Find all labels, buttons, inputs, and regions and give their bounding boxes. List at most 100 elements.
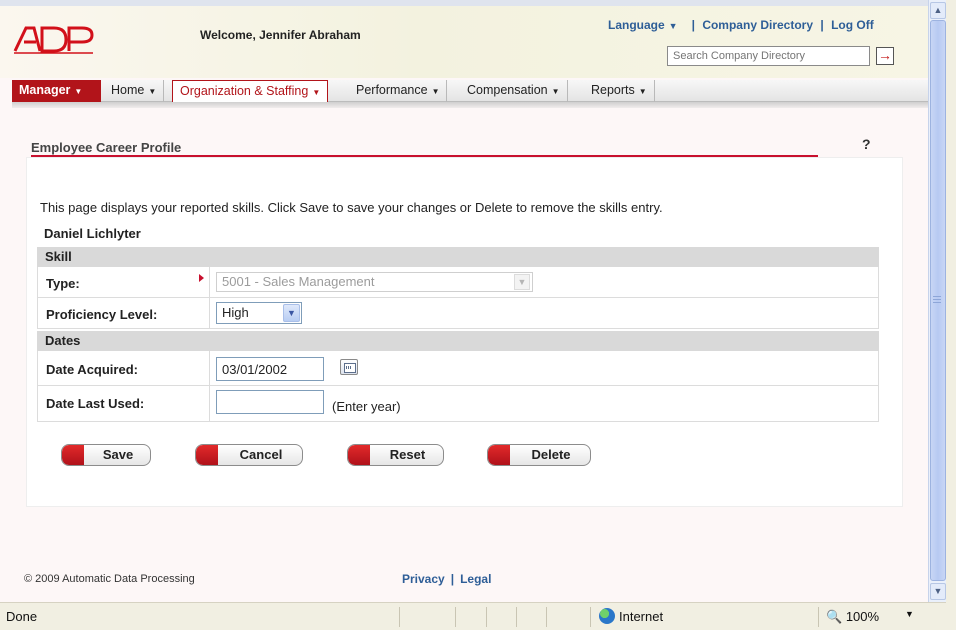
chevron-down-icon[interactable]: ▼ — [905, 609, 914, 619]
nav-tab-reports[interactable]: Reports ▼ — [584, 80, 655, 102]
type-row: Type: 5001 - Sales Management ▼ — [37, 267, 879, 298]
privacy-link[interactable]: Privacy — [402, 572, 445, 586]
save-button[interactable]: Save — [61, 444, 151, 466]
reset-label: Reset — [389, 447, 426, 462]
button-cap — [196, 445, 218, 465]
search-company-directory-input[interactable] — [667, 46, 870, 66]
nav-tab-label: Home — [111, 83, 145, 97]
status-text: Done — [6, 609, 38, 624]
date-last-used-input[interactable] — [216, 390, 324, 414]
top-links: Language ▼ | Company Directory | Log Off — [608, 18, 874, 32]
scroll-up-icon[interactable]: ▲ — [930, 2, 946, 19]
button-cap — [62, 445, 84, 465]
language-label: Language — [608, 18, 665, 32]
chevron-down-icon: ▼ — [638, 87, 647, 96]
nav-tab-home[interactable]: Home ▼ — [104, 80, 165, 102]
date-acquired-label: Date Acquired: — [46, 362, 138, 377]
skill-section-header: Skill — [37, 247, 879, 267]
search-go-arrow-icon[interactable]: → — [876, 47, 894, 65]
main-nav: Manager ▼ Home ▼ Organization & Staffing ▼ … — [12, 80, 928, 103]
skill-type-value: 5001 - Sales Management — [222, 274, 375, 289]
calendar-icon[interactable] — [340, 359, 358, 375]
button-cap — [348, 445, 370, 465]
type-label: Type: — [46, 276, 80, 291]
separator: | — [820, 18, 824, 32]
dates-section-header: Dates — [37, 331, 879, 351]
cancel-label: Cancel — [239, 447, 283, 462]
proficiency-value: High — [222, 305, 249, 320]
chevron-down-icon: ▼ — [668, 21, 678, 31]
zone-label: Internet — [619, 609, 664, 624]
globe-icon — [599, 608, 615, 624]
status-cell — [516, 607, 517, 627]
reset-button[interactable]: Reset — [347, 444, 444, 466]
chevron-down-icon: ▼ — [74, 87, 83, 96]
zoom-level[interactable]: 🔍 100% — [826, 607, 879, 627]
magnifier-icon: 🔍 — [826, 609, 843, 624]
window-edge — [946, 0, 956, 630]
status-cell — [590, 607, 591, 627]
save-label: Save — [102, 447, 134, 462]
separator: | — [450, 572, 455, 586]
status-cell — [818, 607, 819, 627]
status-cell — [546, 607, 547, 627]
proficiency-label: Proficiency Level: — [46, 307, 158, 322]
skill-type-select: 5001 - Sales Management ▼ — [216, 272, 533, 292]
date-acquired-input[interactable] — [216, 357, 324, 381]
cell-divider — [209, 351, 210, 385]
nav-tab-organization-staffing[interactable]: Organization & Staffing ▼ — [172, 80, 329, 103]
help-icon[interactable]: ? — [862, 136, 871, 152]
button-cap — [488, 445, 510, 465]
browser-page: Welcome, Jennifer Abraham Language ▼ | Co… — [0, 0, 928, 602]
page-title: Employee Career Profile — [31, 140, 182, 155]
cell-divider — [209, 386, 210, 421]
date-acquired-row: Date Acquired: — [37, 351, 879, 386]
scrollbar-grip — [933, 296, 941, 305]
date-last-used-label: Date Last Used: — [46, 396, 145, 411]
welcome-text: Welcome, Jennifer Abraham — [200, 28, 361, 42]
chevron-down-icon: ▼ — [514, 274, 530, 290]
required-marker-icon — [199, 274, 204, 282]
nav-shadow — [12, 102, 928, 108]
proficiency-level-select[interactable]: High ▼ — [216, 302, 302, 324]
adp-logo — [13, 26, 94, 54]
browser-status-bar: Done Internet 🔍 100% ▼ — [0, 602, 946, 630]
header-band — [0, 0, 928, 78]
security-zone: Internet — [599, 607, 759, 627]
chevron-down-icon: ▼ — [312, 88, 321, 97]
intro-text: This page displays your reported skills.… — [40, 200, 663, 215]
cell-divider — [209, 267, 210, 297]
copyright-text: © 2009 Automatic Data Processing — [24, 573, 195, 585]
nav-tab-compensation[interactable]: Compensation ▼ — [460, 80, 568, 102]
status-cell — [455, 607, 456, 627]
separator: | — [684, 18, 695, 32]
header-stripe — [0, 0, 928, 6]
status-cell — [399, 607, 400, 627]
zoom-value: 100% — [845, 609, 880, 624]
log-off-link[interactable]: Log Off — [831, 18, 874, 32]
scroll-down-icon[interactable]: ▼ — [930, 583, 946, 600]
company-directory-link[interactable]: Company Directory — [702, 18, 813, 32]
delete-label: Delete — [531, 447, 571, 462]
legal-link[interactable]: Legal — [460, 572, 491, 586]
chevron-down-icon: ▼ — [148, 87, 157, 96]
language-menu[interactable]: Language ▼ — [608, 18, 678, 32]
nav-tab-label: Performance — [356, 83, 428, 97]
delete-button[interactable]: Delete — [487, 444, 591, 466]
nav-tab-label: Reports — [591, 83, 635, 97]
nav-tab-label: Organization & Staffing — [180, 84, 309, 98]
nav-tab-label: Manager — [19, 83, 71, 97]
cancel-button[interactable]: Cancel — [195, 444, 303, 466]
nav-tab-label: Compensation — [467, 83, 548, 97]
date-last-used-row: Date Last Used: (Enter year) — [37, 386, 879, 422]
nav-tab-manager[interactable]: Manager ▼ — [12, 80, 101, 102]
chevron-down-icon: ▼ — [431, 87, 440, 96]
vertical-scrollbar[interactable]: ▲ ▼ — [928, 0, 946, 602]
chevron-down-icon: ▼ — [551, 87, 560, 96]
date-last-used-hint: (Enter year) — [332, 399, 401, 414]
chevron-down-icon: ▼ — [283, 304, 300, 322]
cell-divider — [209, 298, 210, 328]
employee-name: Daniel Lichlyter — [44, 226, 141, 241]
nav-tab-performance[interactable]: Performance ▼ — [349, 80, 448, 102]
proficiency-row: Proficiency Level: High ▼ — [37, 298, 879, 329]
